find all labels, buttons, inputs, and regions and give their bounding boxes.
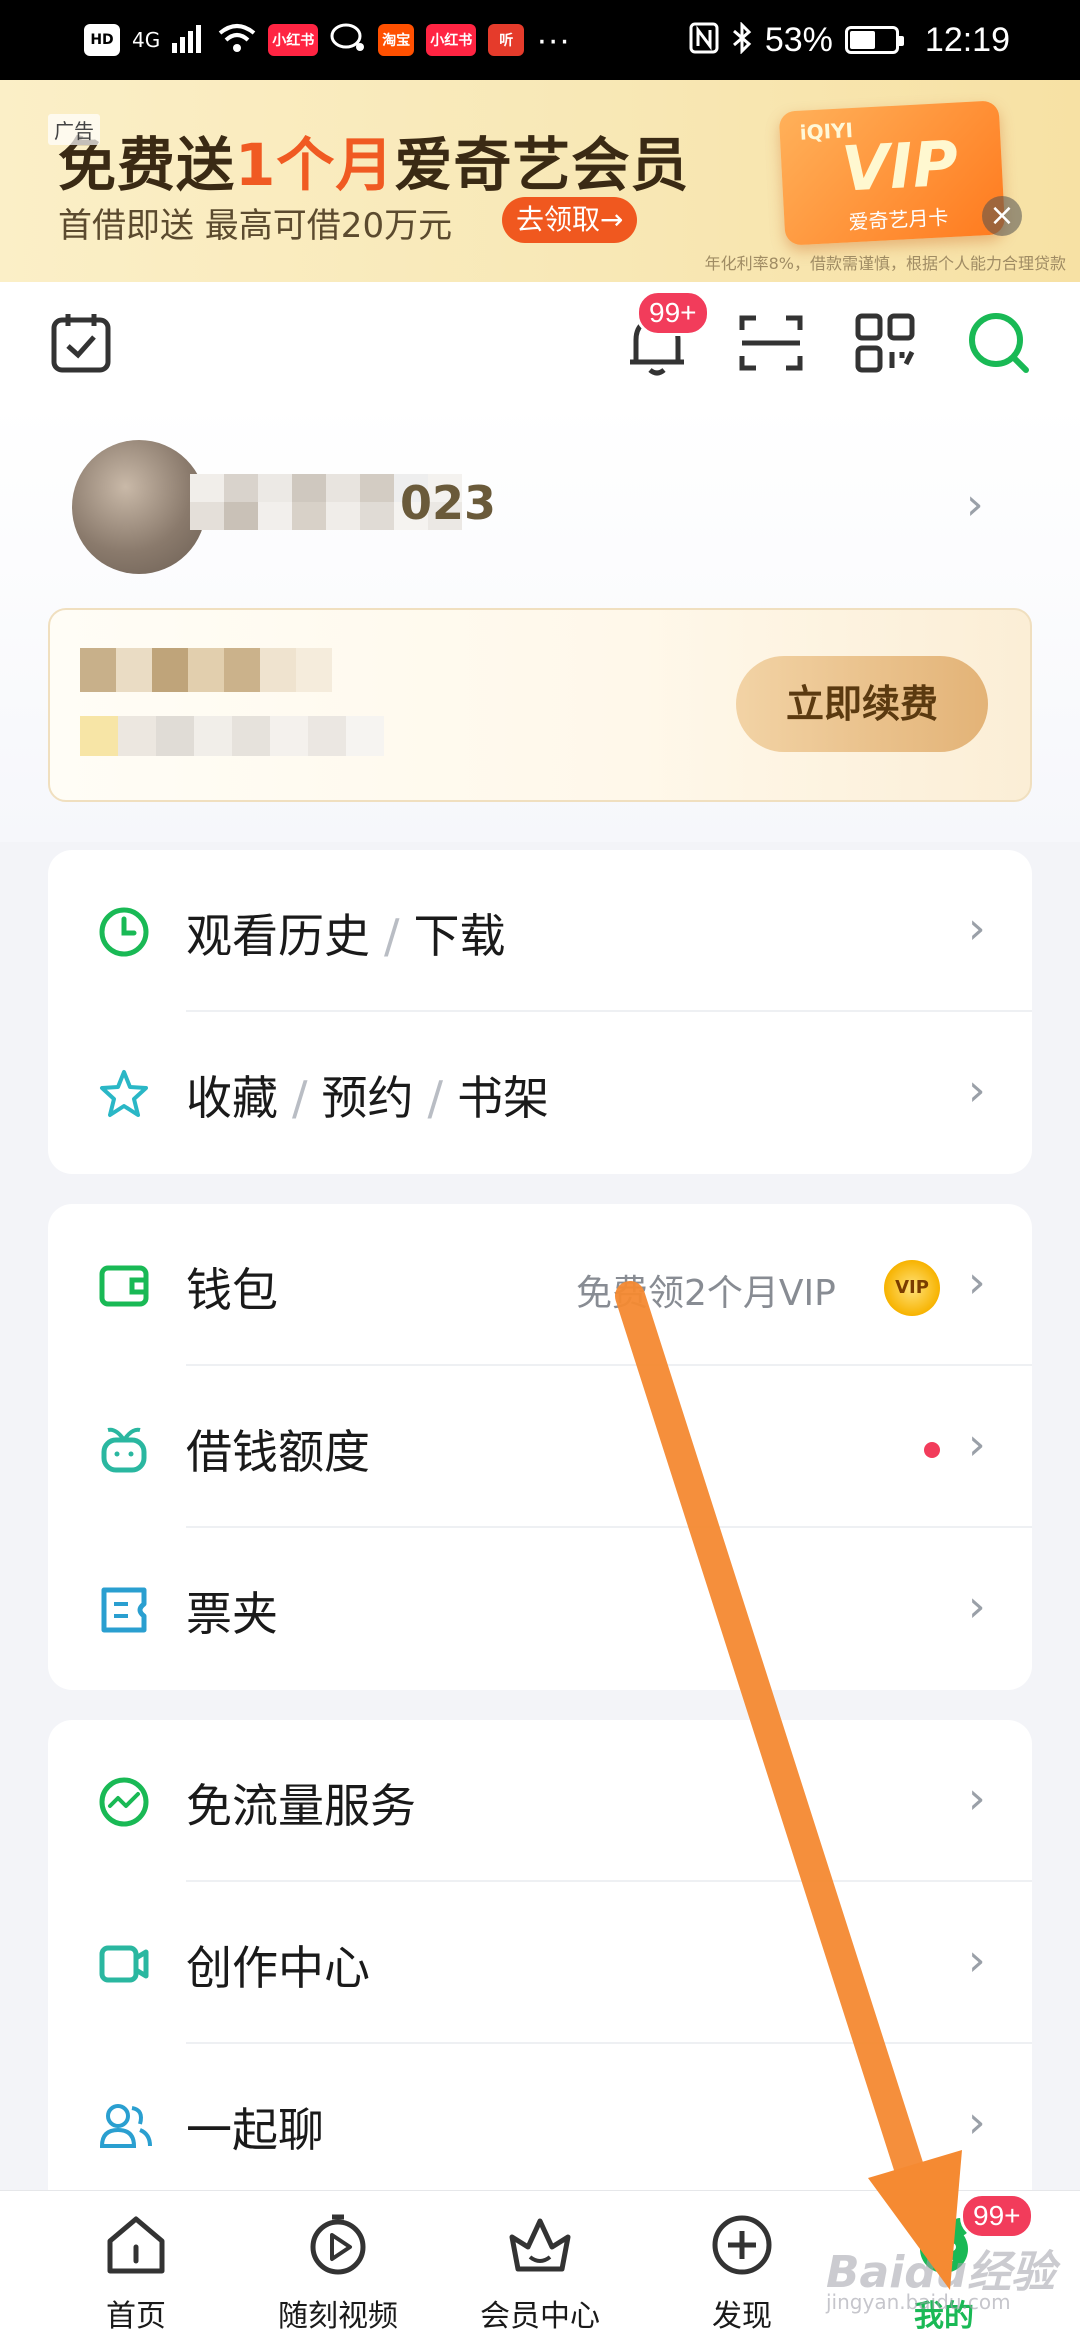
star-icon (98, 1068, 150, 1120)
username-suffix: 023 (400, 476, 497, 530)
home-icon (104, 2213, 168, 2277)
tab-discover-label: 发现 (712, 2299, 772, 2334)
tab-member-center[interactable]: 会员中心 (450, 2191, 630, 2341)
battery-icon (844, 26, 904, 54)
tab-suike-video-label: 随刻视频 (278, 2299, 398, 2334)
creator-label: 创作中心 (186, 1941, 370, 1995)
status-bar: HD 4G 小红书 淘宝 小红书 听 ··· 53% 12:19 (0, 0, 1080, 80)
wallet-icon (98, 1260, 150, 1312)
loan-sprout-icon (98, 1422, 150, 1474)
xiaohongshu-app-icon: 小红书 (268, 24, 319, 56)
wallet-card: 钱包 免费领2个月VIP VIP › 借钱额度 › 票夹 › (48, 1204, 1032, 1690)
wallet-label: 钱包 (186, 1263, 278, 1317)
notification-badge: 99+ (636, 290, 710, 336)
vip-coin-icon: VIP (884, 1260, 940, 1316)
wifi-icon (218, 23, 256, 57)
bluetooth-icon (731, 21, 753, 58)
chevron-right-icon: › (968, 1935, 986, 1986)
chevron-right-icon: › (968, 1419, 986, 1470)
top-toolbar: 99+ (0, 282, 1080, 402)
favorites-label: 收藏 / 预约 / 书架 (186, 1071, 549, 1125)
menu-row-tickets[interactable]: 票夹 › (48, 1528, 1032, 1690)
tab-home-label: 首页 (106, 2299, 166, 2334)
taobao-app-icon: 淘宝 (378, 24, 415, 56)
free-data-label: 免流量服务 (186, 1779, 416, 1833)
ad-banner[interactable]: 免费送1个月爱奇艺会员 广告 首借即送 最高可借20万元 去领取→ iQIYI … (0, 80, 1080, 282)
play-circle-icon (306, 2213, 370, 2277)
battery-percent: 53% (764, 20, 833, 59)
ad-close-button[interactable]: × (982, 196, 1022, 236)
signal-icon (172, 23, 206, 57)
tickets-label: 票夹 (186, 1587, 278, 1641)
chevron-right-icon: › (968, 1065, 986, 1116)
clock-icon (98, 906, 150, 958)
chat-label: 一起聊 (186, 2103, 324, 2157)
menu-row-free-data[interactable]: 免流量服务 › (48, 1720, 1032, 1882)
more-notifications-icon: ··· (536, 20, 571, 59)
ticket-icon (98, 1584, 150, 1636)
chevron-right-icon: › (968, 903, 986, 954)
chevron-right-icon: › (968, 1257, 986, 1308)
ad-subtitle: 首借即送 最高可借20万元 (58, 206, 453, 246)
tab-discover[interactable]: 发现 (652, 2191, 832, 2341)
nfc-icon (689, 22, 719, 58)
ad-title: 免费送1个月爱奇艺会员 (58, 131, 690, 199)
chevron-right-icon: › (968, 2097, 986, 2148)
tab-suike-video[interactable]: 随刻视频 (248, 2191, 428, 2341)
hd-icon: HD (84, 24, 120, 56)
loan-label: 借钱额度 (186, 1425, 370, 1479)
vip-status-mosaic (80, 648, 332, 692)
avatar[interactable] (72, 440, 206, 574)
video-camera-icon (98, 1938, 150, 1990)
mine-badge: 99+ (960, 2193, 1034, 2239)
network-type-label: 4G (132, 28, 161, 52)
wallet-promo-text: 免费领2个月VIP (576, 1273, 836, 1314)
renew-membership-button[interactable]: 立即续费 (736, 656, 988, 752)
chevron-right-icon: › (968, 1581, 986, 1632)
menu-row-loan[interactable]: 借钱额度 › (48, 1366, 1032, 1528)
tab-member-center-label: 会员中心 (480, 2299, 600, 2334)
listen-app-icon: 听 (488, 24, 525, 56)
history-favorites-card: 观看历史 / 下载 › 收藏 / 预约 / 书架 › (48, 850, 1032, 1174)
profile-section: 023 › 立即续费 (0, 402, 1080, 842)
chevron-right-icon: › (968, 1773, 986, 1824)
xiaohongshu-app-icon-2: 小红书 (426, 24, 477, 56)
plus-circle-icon (710, 2213, 774, 2277)
history-download-label: 观看历史 / 下载 (186, 909, 506, 963)
vip-membership-card[interactable]: 立即续费 (48, 608, 1032, 802)
crown-basket-icon (508, 2213, 572, 2277)
menu-row-creator[interactable]: 创作中心 › (48, 1882, 1032, 2044)
ad-claim-button[interactable]: 去领取→ (502, 197, 638, 243)
users-icon (98, 2100, 152, 2152)
clock: 12:19 (924, 20, 1010, 59)
scan-icon[interactable] (738, 312, 804, 378)
menu-row-wallet[interactable]: 钱包 免费领2个月VIP VIP › (48, 1204, 1032, 1366)
baidu-jingyan-url: jingyan.baidu.com (826, 2290, 1011, 2314)
ad-vip-card-image: iQIYI VIP 爱奇艺月卡 (778, 100, 1006, 246)
menu-row-favorites[interactable]: 收藏 / 预约 / 书架 › (48, 1012, 1032, 1174)
checkin-calendar-icon[interactable] (48, 310, 114, 380)
vip-expiry-mosaic (80, 716, 384, 756)
ad-tag: 广告 (48, 114, 100, 145)
tab-home[interactable]: 首页 (46, 2191, 226, 2341)
chat-notification-icon (330, 22, 366, 58)
loan-new-dot (924, 1442, 940, 1458)
search-icon[interactable] (966, 310, 1032, 380)
qrcode-icon[interactable] (854, 312, 916, 378)
services-card: 免流量服务 › 创作中心 › 一起聊 › (48, 1720, 1032, 2190)
profile-chevron-right-icon[interactable]: › (966, 483, 1000, 527)
free-data-icon (98, 1776, 150, 1828)
menu-row-history-download[interactable]: 观看历史 / 下载 › (48, 850, 1032, 1012)
menu-row-chat[interactable]: 一起聊 › (48, 2044, 1032, 2190)
ad-disclaimer: 年化利率8%，借款需谨慎，根据个人能力合理贷款 (704, 254, 1066, 273)
